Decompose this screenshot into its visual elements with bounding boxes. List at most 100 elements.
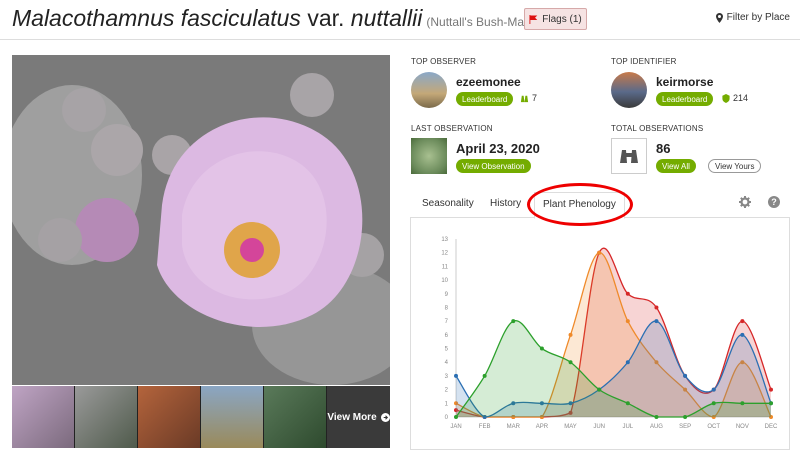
x-tick-label: APR <box>536 424 549 430</box>
svg-text:?: ? <box>771 197 777 207</box>
total-observations-count: 86 <box>656 141 671 156</box>
series-point-1-5 <box>597 250 602 255</box>
x-tick-label: MAY <box>564 424 577 430</box>
series-point-0-6 <box>625 291 630 296</box>
y-tick-label: 3 <box>445 374 449 380</box>
taxon-infraspecific: nuttallii <box>350 5 423 31</box>
y-tick-label: 12 <box>441 251 448 257</box>
flags-label: Flags (1) <box>542 13 582 25</box>
total-observations-icon-box <box>611 138 647 174</box>
flags-button[interactable]: Flags (1) <box>524 8 587 30</box>
series-point-3-6 <box>625 401 630 406</box>
series-point-3-8 <box>683 415 688 419</box>
y-tick-label: 8 <box>445 305 449 311</box>
top-observer-label: TOP OBSERVER <box>411 57 477 66</box>
view-more-button[interactable]: View More <box>327 386 390 448</box>
view-yours-button[interactable]: View Yours <box>708 159 762 173</box>
arrow-right-circle-icon <box>380 412 390 422</box>
x-tick-label: DEC <box>765 424 778 430</box>
observer-count: 7 <box>520 93 537 103</box>
x-tick-label: AUG <box>650 424 663 430</box>
y-tick-label: 10 <box>441 278 448 284</box>
x-tick-label: MAR <box>507 424 521 430</box>
series-point-3-5 <box>597 387 602 392</box>
taxon-genus-species: Malacothamnus fasciculatus <box>12 5 301 31</box>
series-point-2-7 <box>654 319 659 324</box>
y-tick-label: 5 <box>445 347 449 353</box>
phenology-chart-panel: 0 1 2 3 4 5 6 7 8 9 10 11 12 13 JAN FEB MAR APR MAY JUN JUL A… <box>410 218 790 450</box>
y-tick-label: 6 <box>445 333 449 339</box>
map-marker-icon <box>715 12 723 23</box>
filter-by-place[interactable]: Filter by Place <box>715 12 790 23</box>
identifier-leaderboard-button[interactable]: Leaderboard <box>656 92 714 106</box>
y-tick-label: 0 <box>445 415 449 421</box>
thumbnail-1[interactable] <box>12 386 75 448</box>
x-tick-label: JUL <box>622 424 633 430</box>
filter-label: Filter by Place <box>726 12 790 23</box>
series-point-3-11 <box>769 401 773 406</box>
series-point-1-6 <box>625 319 630 324</box>
y-tick-label: 11 <box>442 264 449 270</box>
last-observation-label: LAST OBSERVATION <box>411 124 493 133</box>
observer-avatar[interactable] <box>411 72 447 108</box>
tab-history[interactable]: History <box>490 198 521 209</box>
series-point-2-10 <box>740 332 745 337</box>
series-point-2-8 <box>683 373 688 378</box>
y-tick-label: 4 <box>445 360 449 366</box>
series-point-0-11 <box>769 387 773 392</box>
y-tick-label: 1 <box>445 401 449 407</box>
thumbnail-5[interactable] <box>264 386 327 448</box>
series-point-3-7 <box>654 415 659 419</box>
observer-leaderboard-button[interactable]: Leaderboard <box>456 92 514 106</box>
series-point-2-9 <box>711 387 716 392</box>
y-tick-label: 2 <box>445 388 449 394</box>
total-observations-label: TOTAL OBSERVATIONS <box>611 124 704 133</box>
taxon-title: Malacothamnus fasciculatus var. nuttalli… <box>12 5 549 32</box>
view-observation-button[interactable]: View Observation <box>456 159 531 173</box>
y-tick-label: 7 <box>445 319 449 325</box>
series-point-3-10 <box>740 401 745 406</box>
x-tick-label: JUN <box>593 424 605 430</box>
observer-name[interactable]: ezeemonee <box>456 75 521 89</box>
top-identifier-label: TOP IDENTIFIER <box>611 57 677 66</box>
identifier-avatar[interactable] <box>611 72 647 108</box>
y-tick-label: 9 <box>445 292 449 298</box>
identifier-name[interactable]: keirmorse <box>656 75 713 89</box>
shield-icon <box>722 93 730 103</box>
thumbnail-2[interactable] <box>75 386 138 448</box>
series-point-3-0 <box>454 415 458 419</box>
view-all-button[interactable]: View All <box>656 159 696 173</box>
page-header: Malacothamnus fasciculatus var. nuttalli… <box>0 0 800 40</box>
phenology-chart: 012345678910111213JAN FEB MAR APR MAY JUN JUL A… <box>441 237 778 430</box>
binoculars-icon <box>620 150 638 163</box>
series-point-2-0 <box>454 373 458 378</box>
last-observation-date: April 23, 2020 <box>456 141 540 156</box>
identifier-count: 214 <box>722 93 748 103</box>
x-tick-label: SEP <box>679 424 691 430</box>
series-point-1-4 <box>568 332 573 337</box>
last-observation-thumbnail[interactable] <box>411 138 447 174</box>
taxon-rank: var. <box>307 5 345 31</box>
main-photo[interactable] <box>12 55 390 385</box>
view-more-label: View More <box>327 411 377 423</box>
series-point-2-6 <box>625 360 630 365</box>
binoculars-icon <box>520 95 529 102</box>
observer-count-value: 7 <box>532 93 538 103</box>
help-icon[interactable]: ? <box>768 196 780 208</box>
series-point-0-7 <box>654 305 659 310</box>
flower-photo <box>12 55 390 385</box>
thumbnail-4[interactable] <box>201 386 264 448</box>
x-tick-label: OCT <box>707 424 720 430</box>
series-point-3-3 <box>539 346 544 351</box>
tab-seasonality[interactable]: Seasonality <box>422 198 474 209</box>
series-point-3-1 <box>482 373 487 378</box>
series-point-3-4 <box>568 360 573 365</box>
photo-thumbnails: View More <box>12 386 390 448</box>
series-point-0-10 <box>740 319 745 324</box>
gear-icon[interactable] <box>739 196 751 208</box>
identifier-count-value: 214 <box>733 93 749 103</box>
y-tick-label: 13 <box>441 237 448 243</box>
thumbnail-3[interactable] <box>138 386 201 448</box>
series-point-3-9 <box>711 401 716 406</box>
flag-icon <box>529 14 538 24</box>
